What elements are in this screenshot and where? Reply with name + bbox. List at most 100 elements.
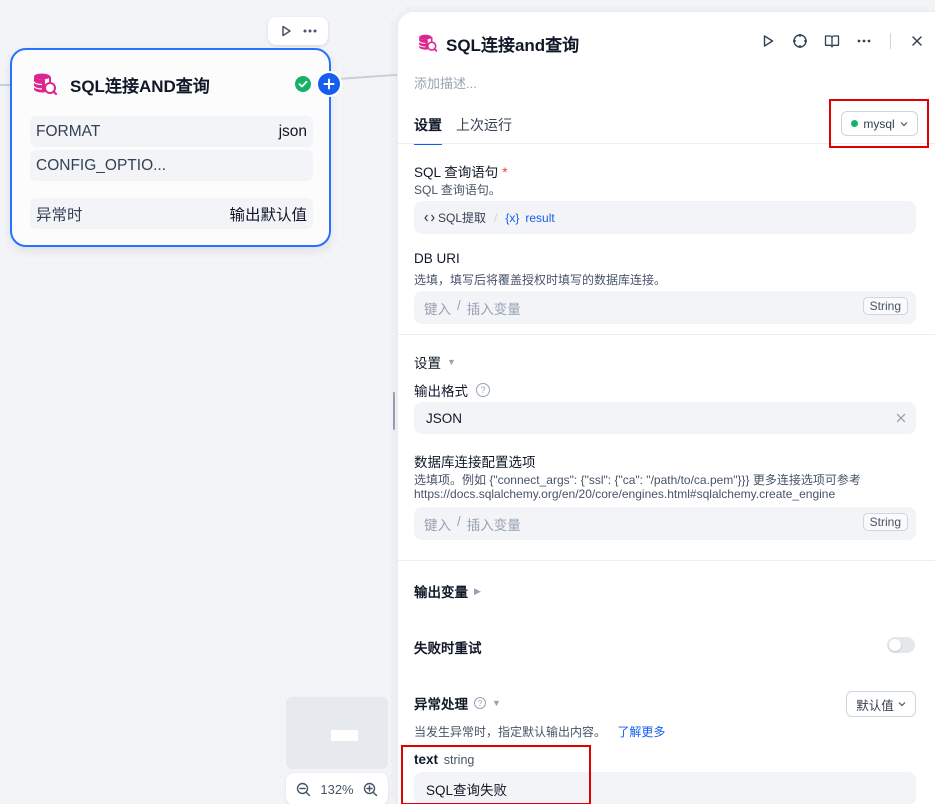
error-handling-hint: 当发生异常时，指定默认输出内容。 了解更多: [414, 723, 665, 740]
db-uri-hint: 选填，填写后将覆盖授权时填写的数据库连接。: [414, 273, 667, 287]
help-icon[interactable]: ?: [476, 383, 490, 397]
panel-resize-handle[interactable]: [393, 392, 395, 430]
close-icon[interactable]: [907, 30, 927, 52]
crosshair-icon[interactable]: [790, 30, 810, 52]
node-param-label: FORMAT: [36, 122, 101, 140]
connection-edge-in: [0, 84, 10, 86]
error-handling-hint-text: 当发生异常时，指定默认输出内容。: [414, 725, 607, 739]
toggle-knob: [889, 639, 901, 651]
database-type-value: mysql: [863, 116, 895, 131]
placeholder-type: 键入: [424, 301, 451, 317]
connection-status-dot: [851, 120, 859, 127]
db-uri-label: DB URI: [414, 251, 460, 266]
error-mode-value: 默认值: [856, 698, 894, 713]
node-param-config-options: CONFIG_OPTIO...: [30, 150, 313, 181]
caret-down-icon: ▼: [447, 357, 456, 367]
run-node-icon[interactable]: [279, 24, 293, 38]
connect-options-hint-2: https://docs.sqlalchemy.org/en/20/core/e…: [414, 487, 836, 501]
variable-separator: /: [494, 210, 498, 225]
tab-settings[interactable]: 设置: [414, 115, 442, 145]
clear-icon[interactable]: [896, 413, 906, 423]
db-uri-input[interactable]: 键入 / 插入变量 String: [414, 291, 916, 324]
variable-reference[interactable]: SQL提取 / {x} result: [424, 209, 555, 226]
panel-title[interactable]: SQL连接and查询: [446, 31, 579, 56]
error-handling-toggle[interactable]: 异常处理 ? ▼: [414, 693, 501, 713]
node-settings-panel: SQL连接and查询 添加描述... 设置 上次运行 mysql SQL 查询语…: [397, 11, 935, 804]
sql-query-label-text: SQL 查询语句: [414, 165, 499, 180]
node-param-label: 异常时: [36, 206, 83, 224]
output-format-select[interactable]: JSON: [414, 402, 916, 434]
error-handling-title: 异常处理: [414, 697, 468, 712]
variable-name: result: [525, 210, 555, 225]
zoom-level[interactable]: 132%: [320, 782, 353, 797]
chevron-down-icon: [900, 121, 908, 127]
description-input[interactable]: 添加描述...: [414, 73, 477, 92]
tabs-divider: [398, 143, 935, 144]
type-badge: String: [862, 513, 908, 531]
default-var-name: text: [414, 752, 439, 767]
add-next-node-icon[interactable]: [318, 73, 340, 95]
section-divider: [398, 560, 935, 561]
retry-toggle[interactable]: [887, 637, 915, 653]
minimap-viewport[interactable]: [331, 730, 358, 741]
node-param-format: FORMAT json: [30, 116, 313, 147]
output-format-label: 输出格式 ?: [414, 380, 490, 400]
output-vars-title: 输出变量: [414, 585, 468, 600]
node-param-value: 输出默认值: [229, 206, 307, 224]
default-value-input[interactable]: SQL查询失败: [414, 772, 916, 804]
sql-query-hint: SQL 查询语句。: [414, 183, 501, 197]
panel-tabs: 设置 上次运行: [414, 115, 512, 145]
error-mode-select[interactable]: 默认值: [846, 691, 916, 717]
tab-last-run[interactable]: 上次运行: [456, 115, 512, 145]
zoom-out-icon[interactable]: [296, 782, 311, 797]
placeholder-insert-var: 插入变量: [466, 517, 521, 533]
learn-more-link[interactable]: 了解更多: [617, 725, 665, 739]
settings-section-toggle[interactable]: 设置 ▼: [414, 352, 456, 372]
book-icon[interactable]: [822, 30, 842, 52]
sql-query-label: SQL 查询语句 *: [414, 161, 508, 181]
placeholder-insert-var: 插入变量: [466, 301, 521, 317]
settings-section-title: 设置: [414, 356, 441, 371]
node-toolbar: [268, 17, 328, 45]
node-title: SQL连接AND查询: [70, 76, 210, 96]
success-check-icon: [295, 76, 311, 92]
placeholder-sep: /: [457, 513, 461, 529]
type-badge: String: [862, 297, 908, 315]
zoom-controls: 132%: [286, 773, 388, 804]
output-vars-toggle[interactable]: 输出变量 ▶: [414, 581, 481, 601]
code-icon: [424, 213, 435, 223]
node-param-value: json: [278, 122, 307, 140]
placeholder-type: 键入: [424, 517, 451, 533]
panel-actions: [758, 30, 927, 52]
placeholder-sep: /: [457, 297, 461, 313]
section-divider: [398, 334, 935, 335]
caret-down-icon: ▼: [492, 698, 501, 708]
actions-divider: [890, 33, 891, 49]
more-options-icon[interactable]: [854, 30, 874, 52]
database-query-icon: [416, 32, 438, 54]
variable-prefix: {x}: [505, 210, 520, 225]
connection-edge-out: [337, 73, 398, 80]
retry-title: 失败时重试: [414, 641, 482, 656]
db-uri-placeholder: 键入 / 插入变量: [424, 298, 521, 318]
zoom-in-icon[interactable]: [363, 782, 378, 797]
variable-node-name: SQL提取: [438, 211, 487, 225]
database-query-icon: [30, 70, 58, 98]
connect-options-hint-1: 选填项。例如 {"connect_args": {"ssl": {"ca": "…: [414, 473, 861, 487]
connect-options-input[interactable]: 键入 / 插入变量 String: [414, 507, 916, 540]
database-type-select[interactable]: mysql: [841, 111, 918, 136]
run-step-icon[interactable]: [758, 30, 778, 52]
node-more-icon[interactable]: [302, 24, 318, 38]
default-var-type: string: [443, 753, 475, 767]
caret-right-icon: ▶: [474, 585, 481, 596]
sql-query-input[interactable]: SQL提取 / {x} result: [414, 201, 916, 234]
output-format-value: JSON: [426, 410, 463, 426]
required-mark: *: [502, 165, 508, 180]
sql-node-card[interactable]: SQL连接AND查询 FORMAT json CONFIG_OPTIO... 异…: [10, 48, 340, 247]
chevron-down-icon: [898, 701, 906, 707]
node-param-on-error: 异常时 输出默认值: [30, 198, 313, 229]
connect-options-placeholder: 键入 / 插入变量: [424, 514, 521, 534]
default-var-label: text string: [414, 752, 474, 767]
help-icon[interactable]: ?: [474, 697, 486, 709]
output-format-label-text: 输出格式: [414, 384, 468, 399]
